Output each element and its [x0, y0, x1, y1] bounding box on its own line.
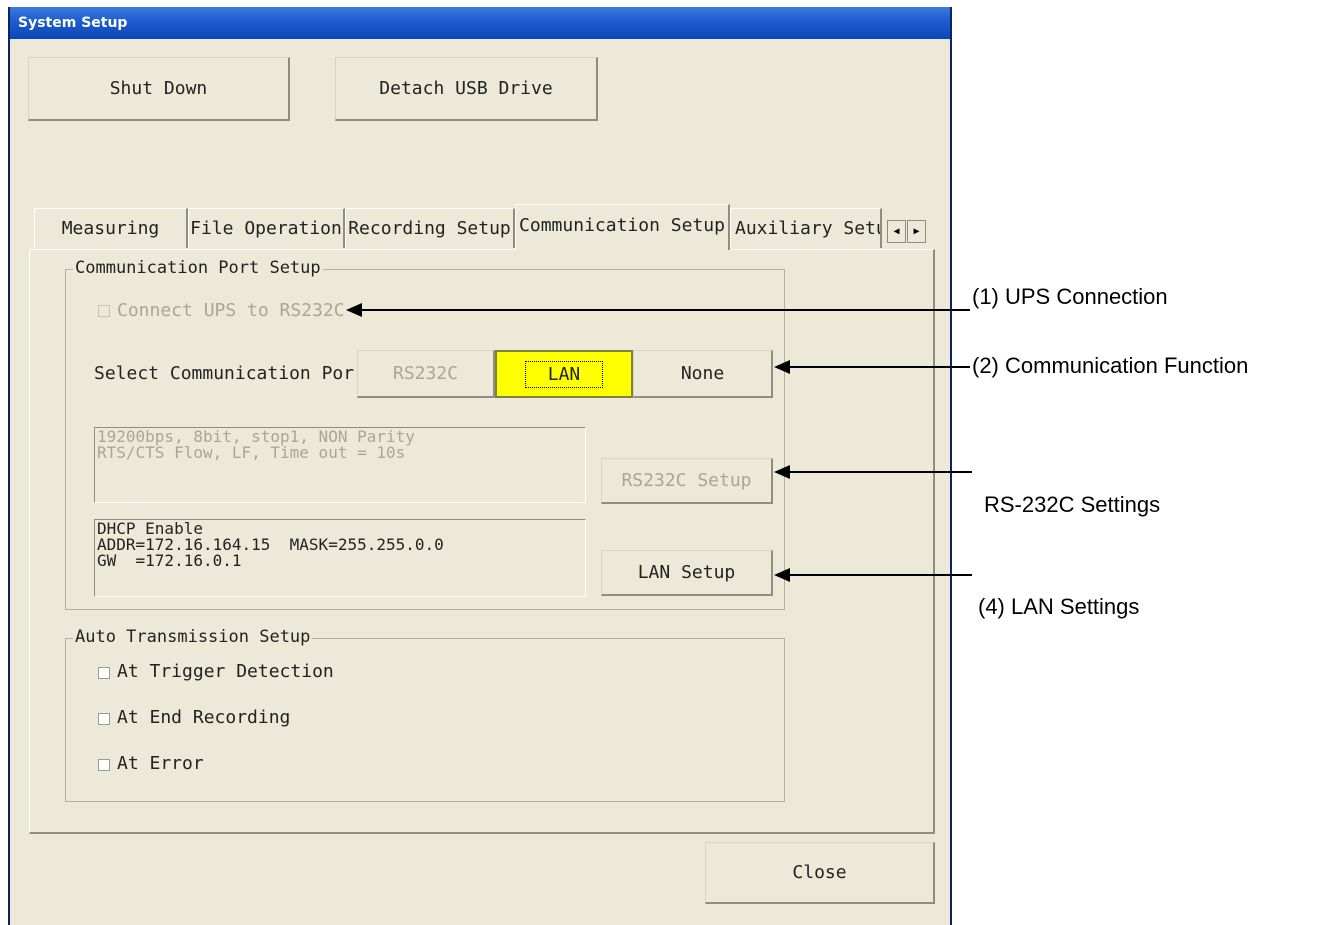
auto-transmission-legend: Auto Transmission Setup [73, 627, 313, 647]
tab-file-operation[interactable]: File Operation [188, 208, 345, 248]
end-recording-checkbox[interactable] [98, 713, 110, 725]
lan-setup-button[interactable]: LAN Setup [601, 550, 773, 596]
triangle-right-icon: ▶ [913, 226, 920, 237]
annotation-ups: (1) UPS Connection [972, 284, 1168, 309]
ups-checkbox[interactable] [98, 305, 110, 317]
window-title: System Setup [10, 7, 950, 39]
detach-usb-button-label: Detach USB Drive [379, 78, 553, 99]
rs232c-option-label: RS232C [392, 363, 459, 384]
tab-label: Recording Setup [348, 218, 511, 239]
lan-setup-label: LAN Setup [637, 562, 736, 583]
shutdown-button[interactable]: Shut Down [28, 57, 290, 121]
tab-label: Communication Setup [519, 215, 725, 236]
error-checkbox[interactable] [98, 759, 110, 771]
tab-scroll-left-button[interactable]: ◀ [887, 220, 906, 243]
lan-info-box: DHCP Enable ADDR=172.16.164.15 MASK=255.… [94, 519, 586, 597]
tab-label: Auxiliary Setup [735, 218, 882, 239]
ups-label: Connect UPS to RS232C [117, 300, 345, 321]
detach-usb-button[interactable]: Detach USB Drive [335, 57, 598, 121]
arrow-line-ups [360, 309, 970, 311]
annotation-comm: (2) Communication Function [972, 353, 1249, 378]
tab-scroll-right-button[interactable]: ▶ [907, 220, 926, 243]
shutdown-button-label: Shut Down [109, 78, 208, 99]
trigger-detection-checkbox[interactable] [98, 667, 110, 679]
end-recording-label: At End Recording [117, 707, 291, 728]
none-option-button[interactable]: None [633, 350, 773, 398]
lan-option-label: LAN [524, 360, 604, 388]
annotation-rs232c: RS-232C Settings [984, 492, 1161, 517]
none-option-label: None [680, 363, 725, 384]
triangle-left-icon: ◀ [893, 226, 900, 237]
tab-auxiliary-setup[interactable]: Auxiliary Setup [730, 208, 882, 248]
error-label: At Error [117, 753, 204, 774]
tab-measuring-mode[interactable]: Measuring Mode [34, 208, 188, 279]
trigger-detection-label: At Trigger Detection [117, 661, 334, 682]
tab-communication-setup[interactable]: Communication Setup [515, 204, 730, 250]
arrow-line-comm [788, 366, 970, 368]
arrow-line-lan [788, 574, 972, 576]
tab-recording-setup[interactable]: Recording Setup [345, 208, 515, 248]
rs232c-option-button[interactable]: RS232C [357, 350, 495, 398]
select-port-label: Select Communication Por [94, 363, 355, 384]
tab-label: File Operation [190, 218, 342, 239]
lan-option-button[interactable]: LAN [495, 350, 633, 398]
close-button-label: Close [792, 862, 847, 883]
annotation-lan: (4) LAN Settings [978, 594, 1140, 619]
system-setup-window: System Setup Shut Down Detach USB Drive … [8, 7, 952, 925]
arrow-line-rs232c [788, 471, 972, 473]
communication-port-legend: Communication Port Setup [73, 258, 323, 278]
rs232c-setup-label: RS232C Setup [621, 470, 752, 491]
rs232c-setup-button[interactable]: RS232C Setup [601, 458, 773, 504]
close-button[interactable]: Close [705, 842, 935, 904]
rs232c-info-box: 19200bps, 8bit, stop1, NON Parity RTS/CT… [94, 427, 586, 503]
